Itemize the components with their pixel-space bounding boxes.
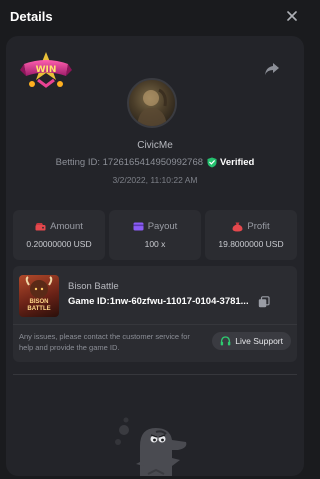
section-divider (13, 374, 297, 375)
stat-amount: Amount 0.20000000 USD (13, 210, 105, 260)
betting-id-row: Betting ID: 1726165414950992768 Verified (6, 157, 304, 168)
copy-icon (258, 296, 270, 308)
share-button[interactable] (264, 62, 280, 76)
stats-row: Amount 0.20000000 USD Payout 100 x Profi… (13, 210, 297, 260)
live-support-button[interactable]: Live Support (212, 332, 291, 350)
close-icon (287, 11, 297, 21)
win-badge: WIN (20, 50, 72, 90)
win-badge-icon: WIN (20, 52, 72, 88)
card-icon (133, 222, 144, 231)
avatar-image (137, 88, 167, 126)
headset-icon (220, 335, 231, 345)
stat-payout: Payout 100 x (109, 210, 201, 260)
game-thumbnail[interactable]: BISON BATTLE (19, 275, 59, 317)
details-header: Details (0, 0, 310, 32)
stat-payout-value: 100 x (144, 239, 166, 249)
crocodile-mascot-icon (115, 417, 187, 476)
game-thumbnail-text: BISON BATTLE (27, 299, 51, 312)
stat-profit: Profit 19.8000000 USD (205, 210, 297, 260)
verified-label: Verified (220, 157, 255, 168)
bet-datetime: 3/2/2022, 11:10:22 AM (112, 175, 198, 185)
support-text: Any issues, please contact the customer … (19, 332, 190, 352)
money-bag-icon (232, 222, 243, 231)
stat-profit-value: 19.8000000 USD (218, 239, 284, 249)
game-name: Bison Battle (68, 281, 119, 292)
game-id: Game ID:1nw-60zfwu-11017-0104-3781... (68, 295, 249, 307)
stat-amount-value: 0.20000000 USD (26, 239, 92, 249)
game-id-row: Game ID:1nw-60zfwu-11017-0104-3781... (68, 295, 288, 308)
stat-payout-label: Payout (147, 221, 178, 232)
mascot-illustration (112, 412, 188, 476)
copy-button[interactable] (258, 295, 270, 308)
page-title: Details (10, 8, 53, 24)
username: CivicMe (137, 140, 173, 151)
stat-amount-label: Amount (50, 221, 83, 232)
svg-text:WIN: WIN (36, 65, 57, 75)
share-icon (265, 63, 279, 75)
game-panel: BISON BATTLE Bison Battle Game ID:1nw-60… (13, 266, 297, 362)
betting-id: Betting ID: 1726165414950992768 (55, 157, 204, 168)
close-button[interactable] (284, 8, 300, 24)
live-support-label: Live Support (235, 336, 283, 346)
wallet-icon (35, 223, 46, 231)
avatar (127, 78, 177, 128)
shield-check-icon (207, 157, 217, 168)
divider (13, 324, 297, 325)
details-card: WIN CivicMe Betting ID: 1726165414950992… (6, 36, 304, 476)
verified-badge: Verified (207, 157, 254, 168)
stat-profit-label: Profit (247, 221, 270, 232)
